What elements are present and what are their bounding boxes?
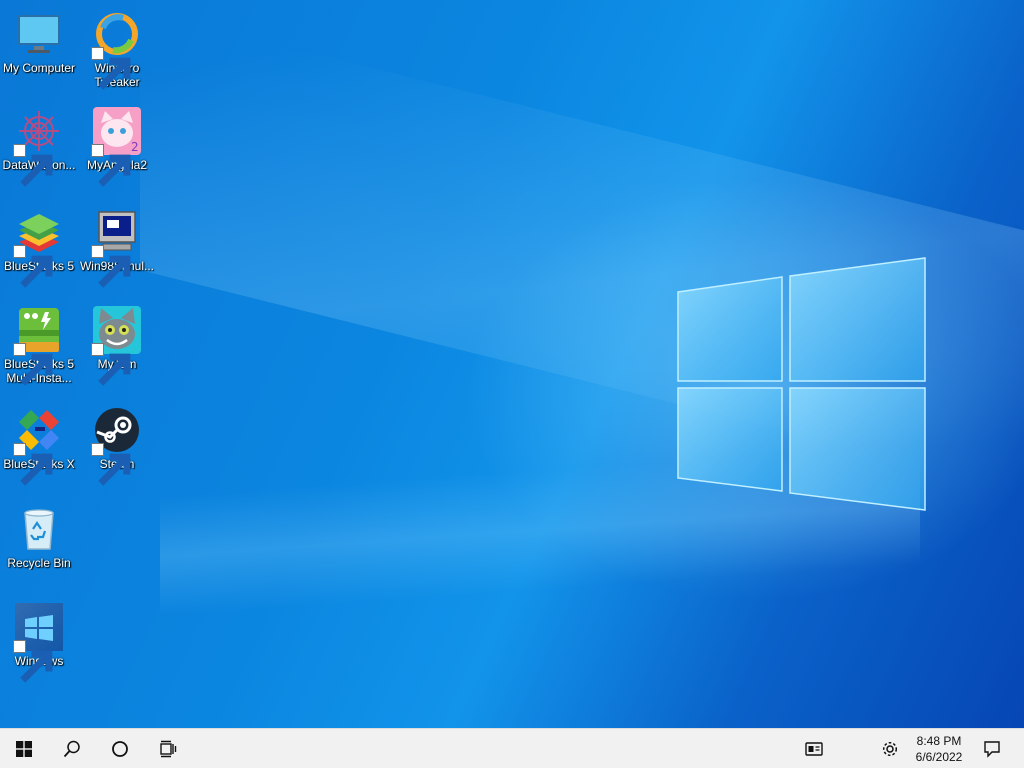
task-view-button[interactable] [144, 729, 192, 769]
desktop-icon-my-computer[interactable]: My Computer [0, 8, 78, 100]
cortana-icon [112, 741, 128, 757]
recycle-bin-icon [15, 505, 63, 553]
steam-icon [91, 406, 141, 486]
my-tom-icon [91, 306, 141, 386]
search-icon [63, 740, 80, 758]
start-icon [16, 741, 32, 757]
desktop-icon-datawagon[interactable]: DataWagon... [0, 105, 78, 197]
desktop-icon-windows[interactable]: Windows [0, 601, 78, 693]
search-button[interactable] [48, 729, 96, 769]
desktop-icon-my-angela[interactable]: 2 MyAngela2 [78, 105, 156, 197]
clock-date: 6/6/2022 [915, 750, 963, 764]
shortcut-arrow-icon [91, 144, 131, 187]
shortcut-arrow-icon [91, 443, 131, 486]
monitor-icon [15, 10, 63, 58]
desktop-icon-recycle-bin[interactable]: Recycle Bin [0, 503, 78, 595]
bluestacks-multi-instance-icon [13, 306, 63, 386]
shortcut-arrow-icon [13, 640, 53, 683]
shortcut-arrow-icon [13, 443, 53, 486]
datawagon-icon [13, 107, 63, 187]
shortcut-arrow-icon [91, 47, 131, 90]
task-view-icon [160, 740, 177, 758]
desktop-icon-win98-simulator[interactable]: Win98Simul... [78, 206, 156, 298]
win98-simulator-icon [91, 208, 141, 288]
windows-wallpaper-logo [677, 257, 926, 511]
winaero-tweaker-icon [91, 10, 141, 90]
shortcut-arrow-icon [91, 343, 131, 386]
clock-time: 8:48 PM [916, 734, 962, 748]
notification-button[interactable] [968, 729, 1016, 769]
windows-icon [13, 603, 63, 683]
notification-icon [984, 741, 1000, 758]
settings-icon [882, 741, 898, 757]
bluestacks-icon [13, 208, 63, 288]
desktop-icon-bluestacks-5[interactable]: BlueStacks 5 [0, 206, 78, 298]
desktop-icon-bluestacks-multi-instance[interactable]: BlueStacks 5 Multi-Insta... [0, 304, 78, 396]
desktop[interactable]: My Computer DataWagon... BlueStacks 5 Bl… [0, 0, 1024, 728]
settings-button[interactable] [866, 729, 914, 769]
news-widget-icon [805, 742, 823, 756]
start-button[interactable] [0, 729, 48, 769]
bluestacks-x-icon [13, 406, 63, 486]
taskbar: 8:48 PM 6/6/2022 [0, 728, 1024, 768]
desktop-icon-bluestacks-x[interactable]: BlueStacks X [0, 404, 78, 496]
shortcut-arrow-icon [13, 245, 53, 288]
desktop-icon-winaero-tweaker[interactable]: Winaero Tweaker [78, 8, 156, 100]
news-widget-button[interactable] [790, 729, 838, 769]
desktop-icon-steam[interactable]: Steam [78, 404, 156, 496]
shortcut-arrow-icon [13, 144, 53, 187]
cortana-button[interactable] [96, 729, 144, 769]
desktop-icon-my-tom[interactable]: MyTom [78, 304, 156, 396]
shortcut-arrow-icon [91, 245, 131, 288]
my-angela-icon: 2 [91, 107, 141, 187]
icon-label: My Computer [2, 61, 76, 75]
shortcut-arrow-icon [13, 343, 53, 386]
icon-label: Recycle Bin [7, 556, 71, 570]
taskbar-clock[interactable]: 8:48 PM 6/6/2022 [908, 733, 970, 765]
